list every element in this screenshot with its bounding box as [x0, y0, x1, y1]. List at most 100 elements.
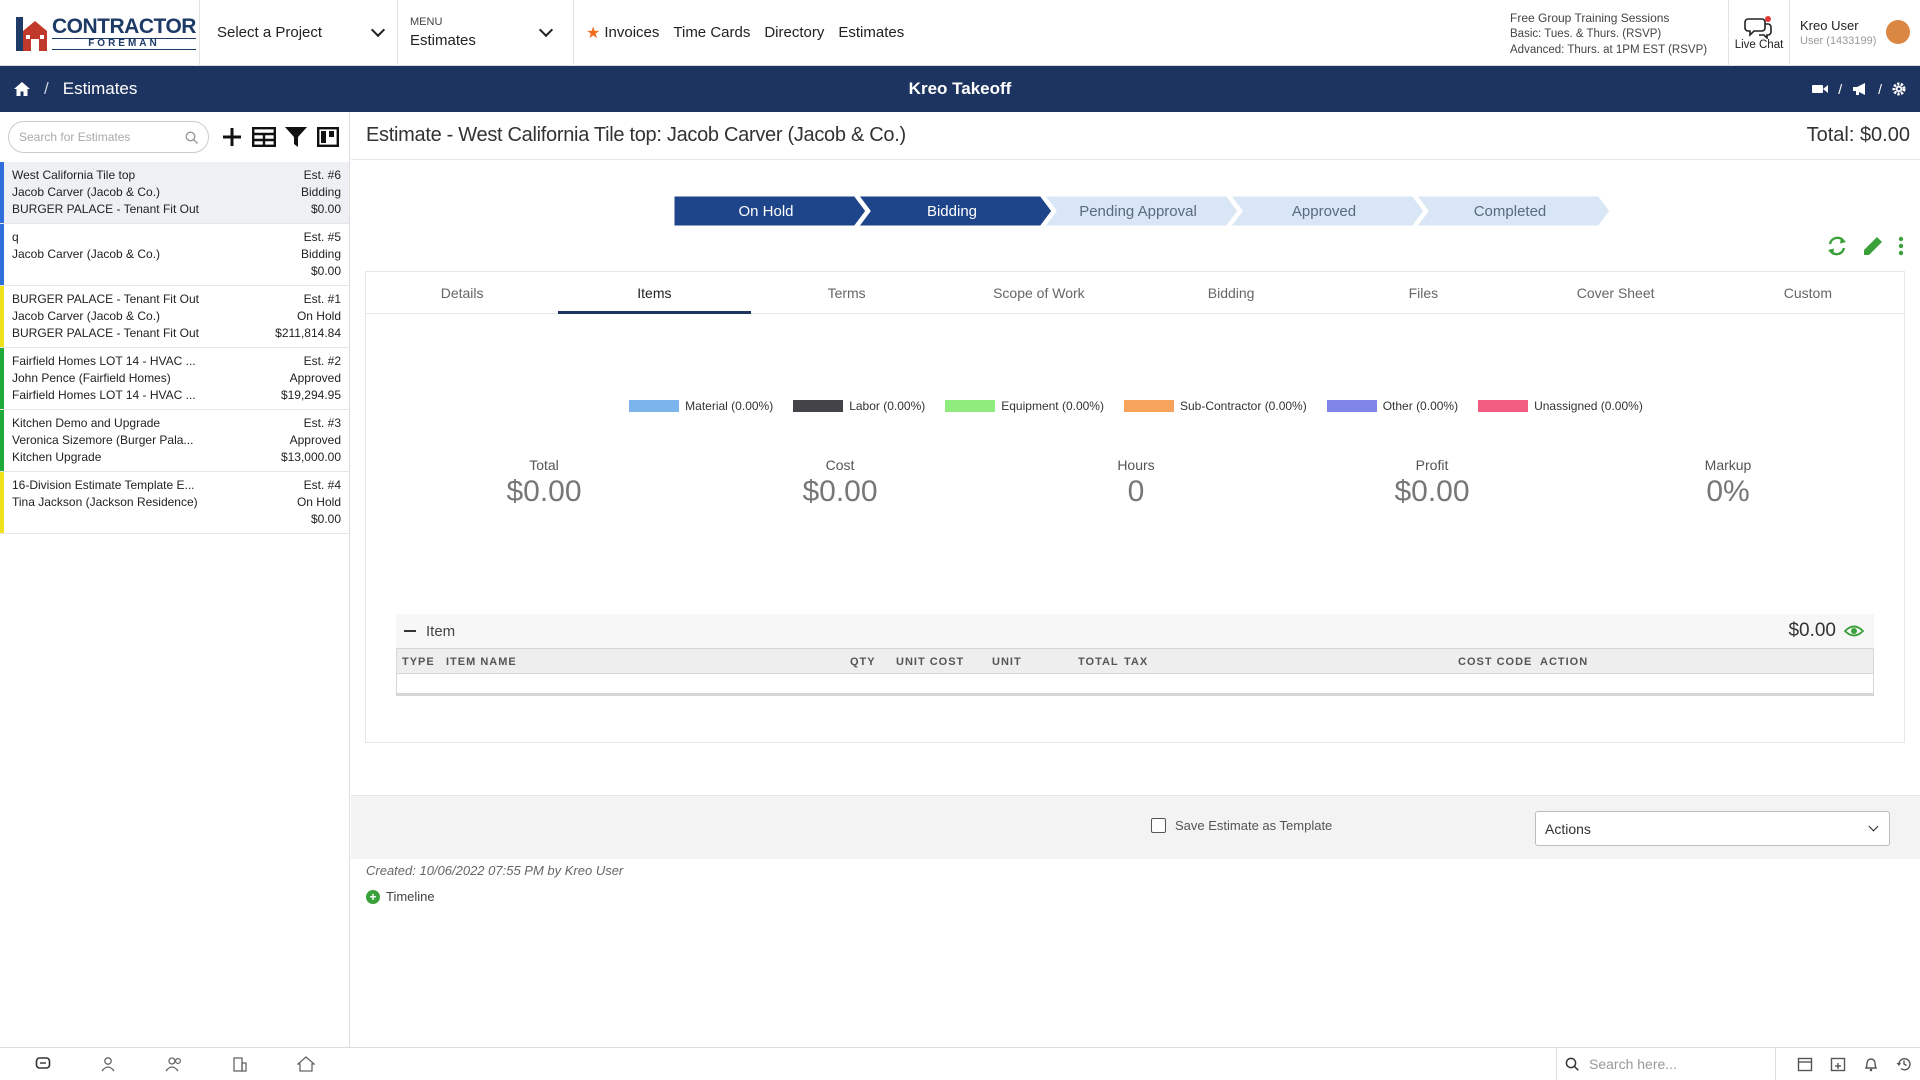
collapse-icon[interactable]: [404, 630, 416, 632]
status-step[interactable]: Completed: [1412, 193, 1613, 229]
col-unit-cost[interactable]: UNIT COST: [896, 656, 964, 668]
refresh-icon[interactable]: [1826, 235, 1848, 257]
star-icon[interactable]: ★: [586, 23, 600, 43]
user-menu[interactable]: Kreo User User (1433199): [1790, 0, 1920, 66]
legend-item[interactable]: Sub-Contractor (0.00%): [1123, 399, 1307, 413]
filter-button[interactable]: [283, 124, 309, 150]
quick-link-estimates[interactable]: Estimates: [838, 24, 904, 41]
quick-link-time-cards[interactable]: Time Cards: [673, 24, 750, 41]
training-sessions[interactable]: Free Group Training Sessions Basic: Tues…: [1510, 8, 1720, 58]
estimate-project-name: BURGER PALACE - Tenant Fit Out: [12, 292, 199, 306]
live-chat-button[interactable]: Live Chat: [1728, 0, 1790, 66]
tab-files[interactable]: Files: [1327, 272, 1519, 313]
chevron-down-icon: [370, 22, 386, 38]
kanban-view-button[interactable]: [315, 124, 341, 150]
breadcrumb-estimates[interactable]: Estimates: [63, 79, 138, 99]
status-step[interactable]: On Hold: [671, 193, 869, 229]
estimate-list-item[interactable]: 16-Division Estimate Template E... Tina J…: [0, 472, 349, 534]
legend-swatch: [945, 400, 996, 412]
quick-link-invoices[interactable]: Invoices: [604, 24, 659, 41]
project-select[interactable]: Select a Project: [200, 0, 398, 66]
col-total[interactable]: TOTAL: [1078, 656, 1119, 668]
status-step[interactable]: Bidding: [854, 193, 1055, 229]
tab-cover-sheet[interactable]: Cover Sheet: [1520, 272, 1712, 313]
legend-item[interactable]: Unassigned (0.00%): [1478, 399, 1643, 413]
table-grid-icon: [252, 127, 276, 147]
pencil-icon[interactable]: [1862, 235, 1884, 257]
megaphone-icon[interactable]: [1852, 82, 1868, 96]
col-qty[interactable]: QTY: [850, 656, 876, 668]
legend-item[interactable]: Material (0.00%): [629, 399, 773, 413]
save-template-checkbox[interactable]: Save Estimate as Template: [1151, 818, 1332, 833]
checkbox[interactable]: [1151, 818, 1166, 833]
estimate-search-input[interactable]: Search for Estimates: [8, 121, 209, 153]
grid-view-button[interactable]: [251, 124, 277, 150]
tab-terms[interactable]: Terms: [751, 272, 943, 313]
calendar-add-icon[interactable]: [1830, 1056, 1846, 1072]
status-step[interactable]: Pending Approval: [1040, 193, 1241, 229]
bottom-bar: Search here...: [0, 1047, 1920, 1080]
search-icon: [185, 130, 198, 144]
tab-items[interactable]: Items: [558, 272, 751, 314]
history-icon[interactable]: [1896, 1056, 1912, 1072]
menu-select[interactable]: MENU Estimates: [398, 0, 574, 66]
estimate-list-item[interactable]: q Jacob Carver (Jacob & Co.) Est. #5 Biddin…: [0, 224, 349, 286]
logo-text-primary: CONTRACTOR: [52, 14, 196, 38]
summary-stat: Hours 0: [1036, 457, 1236, 509]
legend-item[interactable]: Equipment (0.00%): [945, 399, 1104, 413]
estimate-list-item[interactable]: West California Tile top Jacob Carver (Ja…: [0, 162, 349, 224]
tab-custom[interactable]: Custom: [1712, 272, 1904, 313]
more-vertical-icon[interactable]: [1898, 236, 1904, 256]
global-search-input[interactable]: Search here...: [1556, 1048, 1776, 1080]
nav-bar: / Estimates Kreo Takeoff / /: [0, 66, 1920, 112]
col-item-name[interactable]: ITEM NAME: [446, 656, 517, 668]
estimate-customer: Jacob Carver (Jacob & Co.): [12, 247, 161, 261]
bell-icon[interactable]: [1863, 1056, 1879, 1072]
tab-details[interactable]: Details: [366, 272, 558, 313]
estimate-list-item[interactable]: Fairfield Homes LOT 14 - HVAC ... John Pe…: [0, 348, 349, 410]
add-estimate-button[interactable]: [219, 124, 245, 150]
stat-value: 0%: [1706, 475, 1750, 508]
legend-item[interactable]: Labor (0.00%): [793, 399, 925, 413]
home-outline-icon[interactable]: [297, 1056, 316, 1072]
user-tie-icon[interactable]: [100, 1056, 116, 1072]
avatar[interactable]: [1886, 19, 1910, 44]
chat-icon[interactable]: [35, 1056, 51, 1072]
breadcrumb-separator: /: [44, 79, 49, 98]
col-cost-code[interactable]: COST CODE: [1458, 656, 1532, 668]
estimate-project: BURGER PALACE - Tenant Fit Out: [12, 202, 199, 216]
col-action[interactable]: ACTION: [1540, 656, 1588, 668]
status-color-bar: [0, 286, 4, 347]
training-advanced[interactable]: Advanced: Thurs. at 1PM EST (RSVP): [1510, 42, 1720, 58]
col-tax[interactable]: TAX: [1124, 656, 1148, 668]
training-basic[interactable]: Basic: Tues. & Thurs. (RSVP): [1510, 26, 1720, 42]
quick-link-directory[interactable]: Directory: [764, 24, 824, 41]
legend-item[interactable]: Other (0.00%): [1326, 399, 1458, 413]
bottom-nav-icons: [0, 1056, 350, 1072]
gear-icon[interactable]: [1892, 82, 1906, 96]
live-chat-label: Live Chat: [1734, 38, 1784, 51]
col-unit[interactable]: UNIT: [992, 656, 1022, 668]
contractor-foreman-logo[interactable]: CONTRACTOR FOREMAN: [0, 0, 200, 66]
search-icon: [1565, 1057, 1579, 1071]
users-icon[interactable]: [165, 1056, 183, 1072]
timeline-toggle[interactable]: + Timeline: [366, 889, 435, 904]
tab-bidding[interactable]: Bidding: [1135, 272, 1327, 313]
item-section-amount: $0.00: [1788, 620, 1836, 641]
estimate-project-name: Fairfield Homes LOT 14 - HVAC ...: [12, 354, 196, 368]
estimate-list-item[interactable]: BURGER PALACE - Tenant Fit Out Jacob Carv…: [0, 286, 349, 348]
calendar-icon[interactable]: [1797, 1056, 1813, 1072]
video-icon[interactable]: [1812, 83, 1829, 95]
home-icon[interactable]: [14, 82, 30, 96]
building-icon[interactable]: [232, 1056, 248, 1072]
eye-icon[interactable]: [1844, 624, 1864, 638]
status-step[interactable]: Approved: [1226, 193, 1427, 229]
item-section-header[interactable]: Item $0.00: [396, 614, 1874, 648]
estimate-list-item[interactable]: Kitchen Demo and Upgrade Veronica Sizemor…: [0, 410, 349, 472]
col-type[interactable]: TYPE: [402, 656, 435, 668]
status-color-bar: [0, 472, 4, 533]
tab-scope-of-work[interactable]: Scope of Work: [943, 272, 1135, 313]
actions-dropdown[interactable]: Actions: [1535, 811, 1890, 846]
estimate-amount: $19,294.95: [280, 388, 341, 402]
estimate-customer: Tina Jackson (Jackson Residence): [12, 495, 198, 509]
